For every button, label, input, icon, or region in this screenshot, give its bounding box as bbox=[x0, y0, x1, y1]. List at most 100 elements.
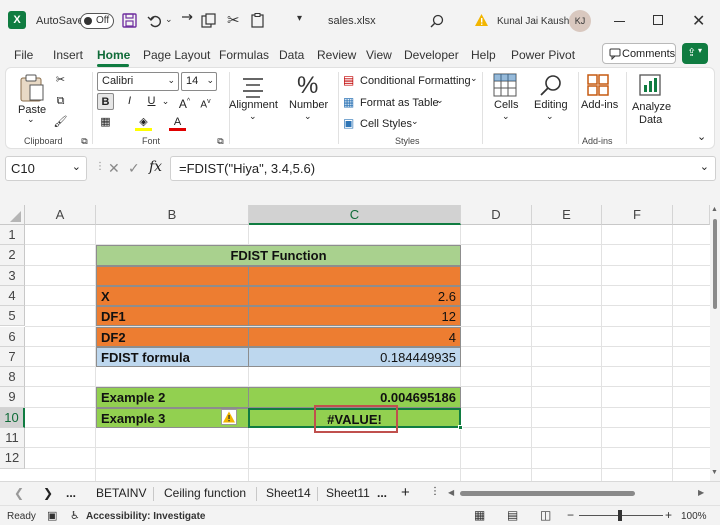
percent-icon[interactable]: % bbox=[297, 72, 318, 100]
normal-view-icon[interactable]: ▦ bbox=[474, 508, 485, 522]
search-icon[interactable] bbox=[430, 14, 444, 28]
scroll-down-icon[interactable]: ▼ bbox=[711, 469, 718, 476]
scroll-tabs-right-icon[interactable]: ❯ bbox=[43, 486, 53, 500]
sheet-tab-sheet14[interactable]: Sheet14 bbox=[266, 486, 311, 500]
tab-formulas[interactable]: Formulas bbox=[219, 48, 269, 62]
alignment-icon[interactable] bbox=[241, 76, 265, 98]
label-cell-x[interactable]: X bbox=[96, 285, 249, 307]
row-header-2[interactable]: 2 bbox=[0, 245, 25, 266]
tab-power-pivot[interactable]: Power Pivot bbox=[511, 48, 575, 62]
number-dropdown-icon[interactable]: ⌄ bbox=[304, 111, 312, 122]
shrink-font-icon[interactable]: Av bbox=[197, 93, 214, 110]
analyze-data-icon[interactable] bbox=[638, 73, 662, 97]
analyze-label-line2[interactable]: Data bbox=[639, 114, 662, 126]
value-cell-fdist-formula[interactable]: 0.184449935 bbox=[248, 346, 461, 368]
cells-label[interactable]: Cells bbox=[494, 99, 518, 111]
add-ins-icon[interactable] bbox=[586, 73, 610, 97]
font-launcher-icon[interactable]: ⧉ bbox=[212, 133, 229, 150]
redo-icon[interactable] bbox=[180, 14, 194, 28]
alignment-label[interactable]: Alignment bbox=[229, 99, 278, 111]
tab-data[interactable]: Data bbox=[279, 48, 304, 62]
enter-icon[interactable]: ✓ bbox=[128, 160, 140, 177]
row-header-5[interactable]: 5 bbox=[0, 306, 25, 327]
horizontal-scroll-thumb[interactable] bbox=[460, 491, 635, 496]
tab-split-icon[interactable]: ⋮ bbox=[430, 486, 440, 497]
font-size-select[interactable]: 14 ⌄ bbox=[181, 72, 217, 91]
row-header-8[interactable]: 8 bbox=[0, 367, 25, 388]
column-header-e[interactable]: E bbox=[532, 205, 602, 225]
zoom-in-icon[interactable]: + bbox=[665, 508, 672, 522]
undo-dropdown-icon[interactable]: ⌄ bbox=[165, 14, 173, 25]
vertical-scrollbar[interactable]: ▲ ▼ bbox=[710, 205, 720, 481]
analyze-label-line1[interactable]: Analyze bbox=[632, 101, 671, 113]
row-header-12[interactable]: 12 bbox=[0, 448, 25, 469]
column-header-g[interactable] bbox=[673, 205, 710, 225]
cells-icon[interactable] bbox=[493, 73, 517, 97]
value-cell-x[interactable]: 2.6 bbox=[248, 285, 461, 307]
hscroll-left-icon[interactable]: ◀ bbox=[448, 488, 454, 497]
orange-blank-cell-c3[interactable] bbox=[248, 265, 461, 286]
column-header-a[interactable]: A bbox=[25, 205, 96, 225]
row-header-7[interactable]: 7 bbox=[0, 346, 25, 368]
autosave-toggle[interactable]: Off bbox=[80, 13, 114, 29]
expand-formula-icon[interactable]: ⌄ bbox=[700, 160, 709, 173]
underline-dropdown-icon[interactable]: ⌄ bbox=[157, 93, 174, 110]
scroll-up-icon[interactable]: ▲ bbox=[711, 206, 718, 213]
title-cell[interactable]: FDIST Function bbox=[96, 245, 461, 266]
add-ins-label[interactable]: Add-ins bbox=[581, 99, 618, 111]
minimize-button[interactable] bbox=[614, 21, 625, 22]
fill-color-icon[interactable]: ◈ bbox=[135, 114, 152, 131]
font-color-icon[interactable]: A bbox=[169, 114, 186, 131]
error-indicator-icon[interactable] bbox=[221, 409, 237, 425]
cut-button[interactable]: ✂ bbox=[52, 72, 69, 89]
tab-view[interactable]: View bbox=[366, 48, 392, 62]
orange-blank-cell-b3[interactable] bbox=[96, 265, 249, 286]
cell-styles-button[interactable]: ▣ Cell Styles ⌄ bbox=[343, 116, 423, 133]
column-header-b[interactable]: B bbox=[96, 205, 249, 225]
clipboard-launcher-icon[interactable]: ⧉ bbox=[76, 133, 93, 150]
page-layout-view-icon[interactable]: ▤ bbox=[507, 508, 518, 522]
label-cell-example-2[interactable]: Example 2 bbox=[96, 387, 249, 408]
sheet-tab-betainv[interactable]: BETAINV bbox=[96, 486, 146, 500]
column-header-f[interactable]: F bbox=[602, 205, 673, 225]
borders-icon[interactable]: ▦ bbox=[97, 114, 114, 131]
paste-icon[interactable] bbox=[250, 13, 265, 28]
name-box[interactable]: C10 ⌄ bbox=[5, 156, 87, 181]
sheet-tab-sheet11[interactable]: Sheet11 bbox=[326, 486, 370, 500]
row-header-3[interactable]: 3 bbox=[0, 265, 25, 286]
editing-search-icon[interactable] bbox=[539, 73, 563, 97]
zoom-level[interactable]: 100% bbox=[681, 511, 707, 522]
maximize-button[interactable] bbox=[653, 15, 663, 25]
paste-dropdown-icon[interactable]: ⌄ bbox=[27, 114, 35, 125]
tab-developer[interactable]: Developer bbox=[404, 48, 459, 62]
collapse-ribbon-icon[interactable]: ⌄ bbox=[697, 130, 706, 143]
macro-record-icon[interactable]: ▣ bbox=[47, 509, 57, 522]
cut-icon[interactable]: ✂ bbox=[227, 11, 240, 29]
italic-button[interactable]: I bbox=[121, 93, 138, 110]
grow-font-icon[interactable]: A^ bbox=[176, 93, 193, 111]
column-header-d[interactable]: D bbox=[461, 205, 532, 225]
paste-button[interactable]: Paste bbox=[15, 74, 49, 118]
avatar[interactable]: KJ bbox=[569, 10, 591, 32]
font-name-select[interactable]: Calibri ⌄ bbox=[97, 72, 179, 91]
customize-qat-icon[interactable]: ▾ bbox=[297, 13, 302, 24]
value-cell-df1[interactable]: 12 bbox=[248, 306, 461, 327]
label-cell-df2[interactable]: DF2 bbox=[96, 326, 249, 347]
save-icon[interactable] bbox=[122, 13, 137, 28]
comments-button[interactable]: Comments bbox=[602, 43, 676, 64]
number-label[interactable]: Number bbox=[289, 99, 328, 111]
add-sheet-icon[interactable]: + bbox=[401, 484, 410, 501]
editing-dropdown-icon[interactable]: ⌄ bbox=[546, 111, 554, 122]
zoom-slider-thumb[interactable] bbox=[618, 510, 622, 521]
label-cell-fdist-formula[interactable]: FDIST formula bbox=[96, 346, 249, 368]
row-header-9[interactable]: 9 bbox=[0, 387, 25, 408]
zoom-out-icon[interactable]: − bbox=[567, 508, 574, 522]
formula-input[interactable]: =FDIST("Hiya", 3.4,5.6) ⌄ bbox=[170, 156, 716, 181]
column-header-c[interactable]: C bbox=[249, 205, 461, 225]
close-button[interactable]: ✕ bbox=[692, 11, 705, 31]
editing-label[interactable]: Editing bbox=[534, 99, 568, 111]
row-header-10[interactable]: 10 bbox=[0, 407, 25, 428]
hscroll-right-icon[interactable]: ▶ bbox=[698, 488, 704, 497]
format-as-table-button[interactable]: ▦ Format as Table ⌄ bbox=[343, 95, 444, 112]
tab-page-layout[interactable]: Page Layout bbox=[143, 48, 210, 62]
